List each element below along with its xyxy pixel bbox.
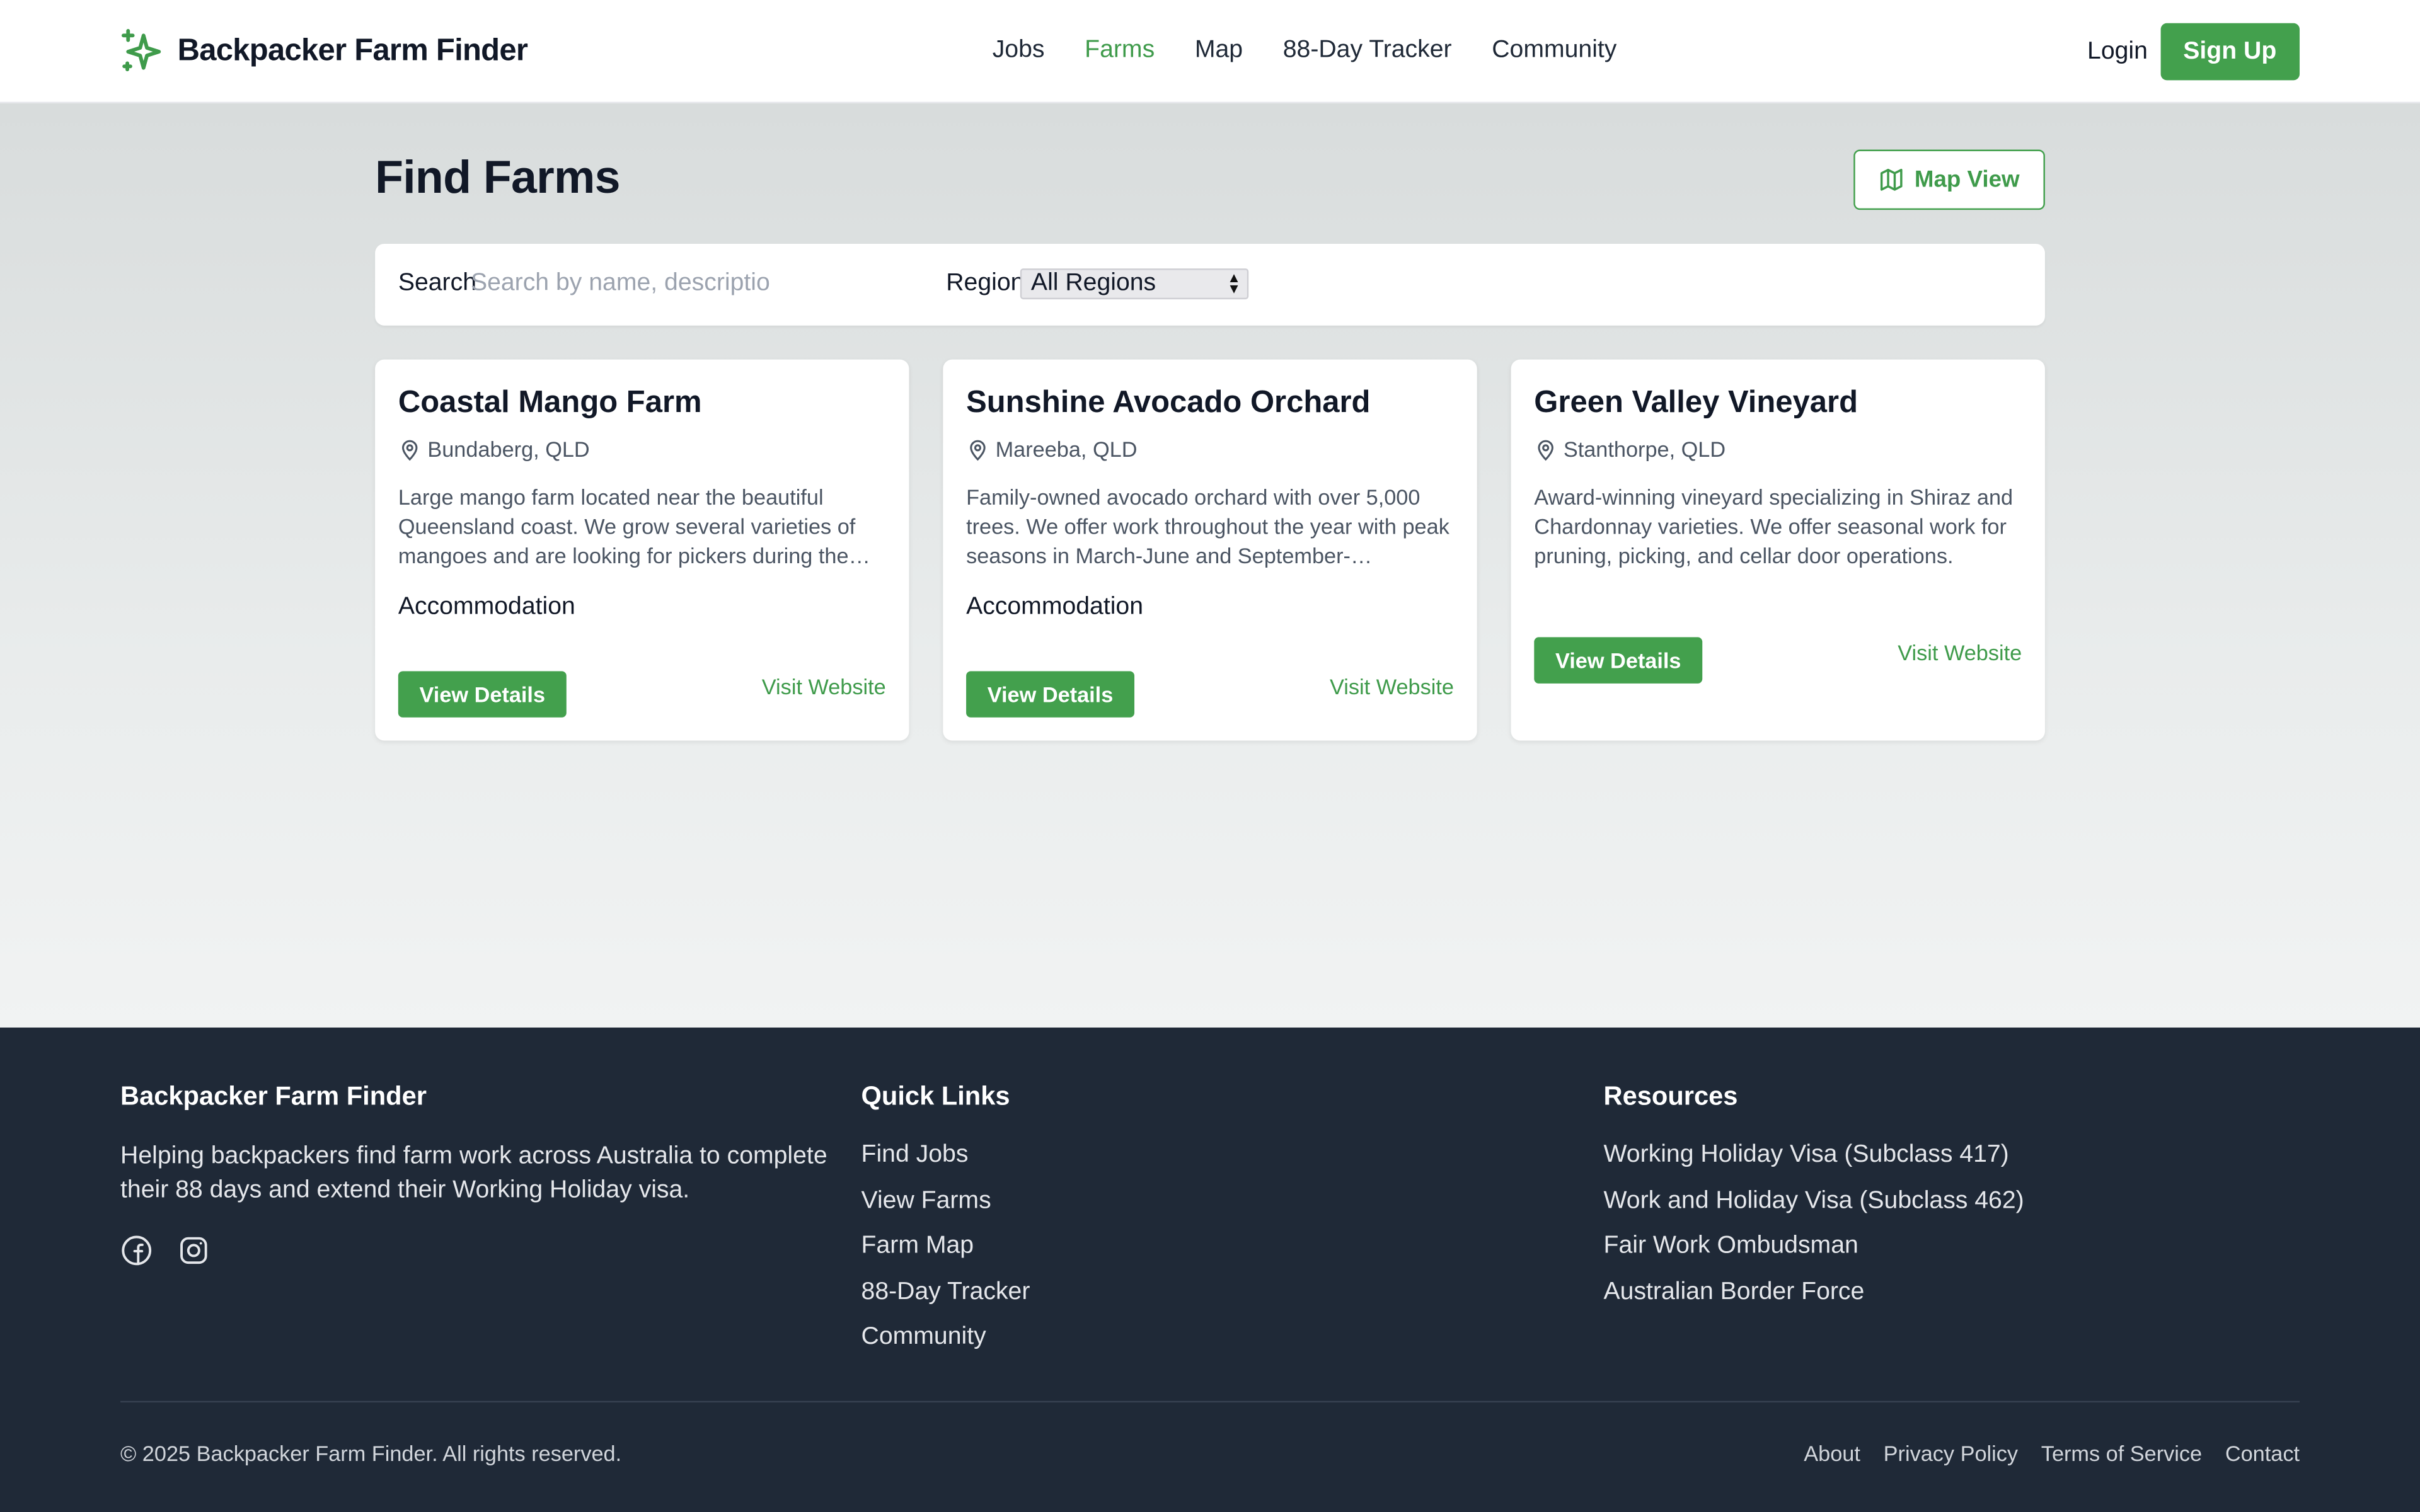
footer-about: Backpacker Farm Finder Helping backpacke… bbox=[120, 1082, 831, 1267]
farm-location-text: Bundaberg, QLD bbox=[427, 437, 590, 462]
map-view-button[interactable]: Map View bbox=[1853, 149, 2045, 210]
view-details-button[interactable]: View Details bbox=[1534, 637, 1703, 684]
footer-bottom-links: About Privacy Policy Terms of Service Co… bbox=[1804, 1441, 2300, 1465]
login-link[interactable]: Login bbox=[2087, 38, 2148, 66]
visit-website-link[interactable]: Visit Website bbox=[762, 674, 886, 699]
footer-divider bbox=[120, 1400, 2300, 1403]
social-links bbox=[120, 1234, 831, 1266]
footer-quick-links: Quick Links Find Jobs View Farms Farm Ma… bbox=[861, 1082, 1030, 1368]
footer-link-community[interactable]: Community bbox=[861, 1323, 1030, 1353]
farm-location: Stanthorpe, QLD bbox=[1534, 437, 1726, 461]
footer-link-about[interactable]: About bbox=[1804, 1441, 1860, 1465]
filter-bar: Search Region All Regions ▲▼ bbox=[375, 243, 2045, 326]
farm-location-text: Mareeba, QLD bbox=[995, 437, 1138, 462]
farm-location: Bundaberg, QLD bbox=[398, 437, 590, 461]
search-label: Search bbox=[398, 270, 477, 297]
footer-link-find-jobs[interactable]: Find Jobs bbox=[861, 1140, 1030, 1171]
visit-website-link[interactable]: Visit Website bbox=[1330, 674, 1454, 699]
location-pin-icon bbox=[401, 439, 418, 461]
footer-about-title: Backpacker Farm Finder bbox=[120, 1081, 427, 1111]
farm-amenity: Accommodation bbox=[966, 593, 1144, 621]
view-details-button[interactable]: View Details bbox=[398, 671, 567, 718]
farm-name: Green Valley Vineyard bbox=[1534, 386, 1858, 420]
page: Backpacker Farm Finder Jobs Farms Map 88… bbox=[0, 0, 2420, 1512]
footer-resources-title: Resources bbox=[1603, 1081, 1738, 1111]
farm-description: Award-winning vineyard specializing in S… bbox=[1534, 484, 2014, 568]
copyright: © 2025 Backpacker Farm Finder. All right… bbox=[120, 1441, 622, 1466]
nav-link-jobs[interactable]: Jobs bbox=[993, 37, 1045, 65]
region-select[interactable]: All Regions ▲ ▼ bbox=[1020, 268, 1249, 300]
footer-link-visa-462[interactable]: Work and Holiday Visa (Subclass 462) bbox=[1604, 1186, 2024, 1216]
brand-name: Backpacker Farm Finder bbox=[177, 33, 528, 67]
quick-links-list: Find Jobs View Farms Farm Map 88-Day Tra… bbox=[861, 1140, 1030, 1353]
nav-link-community[interactable]: Community bbox=[1492, 37, 1616, 65]
location-pin-icon bbox=[970, 439, 986, 461]
footer-link-border-force[interactable]: Australian Border Force bbox=[1604, 1277, 2024, 1307]
footer-link-privacy[interactable]: Privacy Policy bbox=[1884, 1441, 2018, 1465]
site-footer: Backpacker Farm Finder Helping backpacke… bbox=[0, 1028, 2420, 1512]
footer-link-fair-work[interactable]: Fair Work Ombudsman bbox=[1604, 1232, 2024, 1262]
farm-description: Large mango farm located near the beauti… bbox=[398, 484, 856, 568]
footer-about-description: Helping backpackers find farm work acros… bbox=[120, 1143, 827, 1204]
nav-link-map[interactable]: Map bbox=[1195, 37, 1243, 65]
search-input[interactable] bbox=[470, 266, 841, 301]
footer-link-terms[interactable]: Terms of Service bbox=[2041, 1441, 2202, 1465]
farm-name: Coastal Mango Farm bbox=[398, 386, 702, 420]
sign-up-button[interactable]: Sign Up bbox=[2160, 23, 2300, 81]
farm-card: Sunshine Avocado Orchard Mareeba, QLD Fa… bbox=[943, 359, 1477, 741]
view-details-button[interactable]: View Details bbox=[966, 671, 1135, 718]
farm-description: Family-owned avocado orchard with over 5… bbox=[966, 484, 1449, 568]
footer-resources: Resources Working Holiday Visa (Subclass… bbox=[1604, 1082, 2024, 1323]
footer-link-88-day-tracker[interactable]: 88-Day Tracker bbox=[861, 1277, 1030, 1307]
sparkle-icon bbox=[121, 29, 161, 72]
footer-link-farm-map[interactable]: Farm Map bbox=[861, 1232, 1030, 1262]
nav-link-farms[interactable]: Farms bbox=[1085, 37, 1155, 65]
resources-list: Working Holiday Visa (Subclass 417) Work… bbox=[1604, 1140, 2024, 1307]
brand-logo-link[interactable]: Backpacker Farm Finder bbox=[120, 28, 528, 74]
auth-actions: Login Sign Up bbox=[2087, 23, 2300, 81]
page-title: Find Farms bbox=[375, 152, 620, 204]
region-label: Region bbox=[946, 270, 1025, 297]
main-content: Find Farms Map View Search Region All Re… bbox=[0, 103, 2420, 1028]
location-pin-icon bbox=[1538, 439, 1553, 461]
footer-link-view-farms[interactable]: View Farms bbox=[861, 1186, 1030, 1216]
main-nav: Jobs Farms Map 88-Day Tracker Community bbox=[993, 37, 1617, 65]
farm-location: Mareeba, QLD bbox=[966, 437, 1137, 461]
footer-quick-links-title: Quick Links bbox=[861, 1081, 1010, 1111]
visit-website-link[interactable]: Visit Website bbox=[1898, 640, 2022, 665]
farm-card: Coastal Mango Farm Bundaberg, QLD Large … bbox=[375, 359, 909, 741]
farm-amenity: Accommodation bbox=[398, 593, 575, 621]
select-arrows-icon: ▲ ▼ bbox=[1227, 270, 1241, 297]
facebook-icon[interactable] bbox=[120, 1234, 153, 1266]
nav-link-88-day-tracker[interactable]: 88-Day Tracker bbox=[1283, 37, 1452, 65]
region-selected-value: All Regions bbox=[1030, 270, 1156, 297]
top-navbar: Backpacker Farm Finder Jobs Farms Map 88… bbox=[0, 0, 2420, 104]
farm-location-text: Stanthorpe, QLD bbox=[1563, 437, 1726, 462]
instagram-icon[interactable] bbox=[178, 1234, 210, 1266]
farm-card: Green Valley Vineyard Stanthorpe, QLD Aw… bbox=[1511, 359, 2045, 741]
map-view-label: Map View bbox=[1914, 166, 2020, 193]
map-icon bbox=[1881, 168, 1903, 191]
farm-name: Sunshine Avocado Orchard bbox=[966, 386, 1371, 420]
footer-link-contact[interactable]: Contact bbox=[2225, 1441, 2300, 1465]
footer-link-visa-417[interactable]: Working Holiday Visa (Subclass 417) bbox=[1604, 1140, 2024, 1171]
